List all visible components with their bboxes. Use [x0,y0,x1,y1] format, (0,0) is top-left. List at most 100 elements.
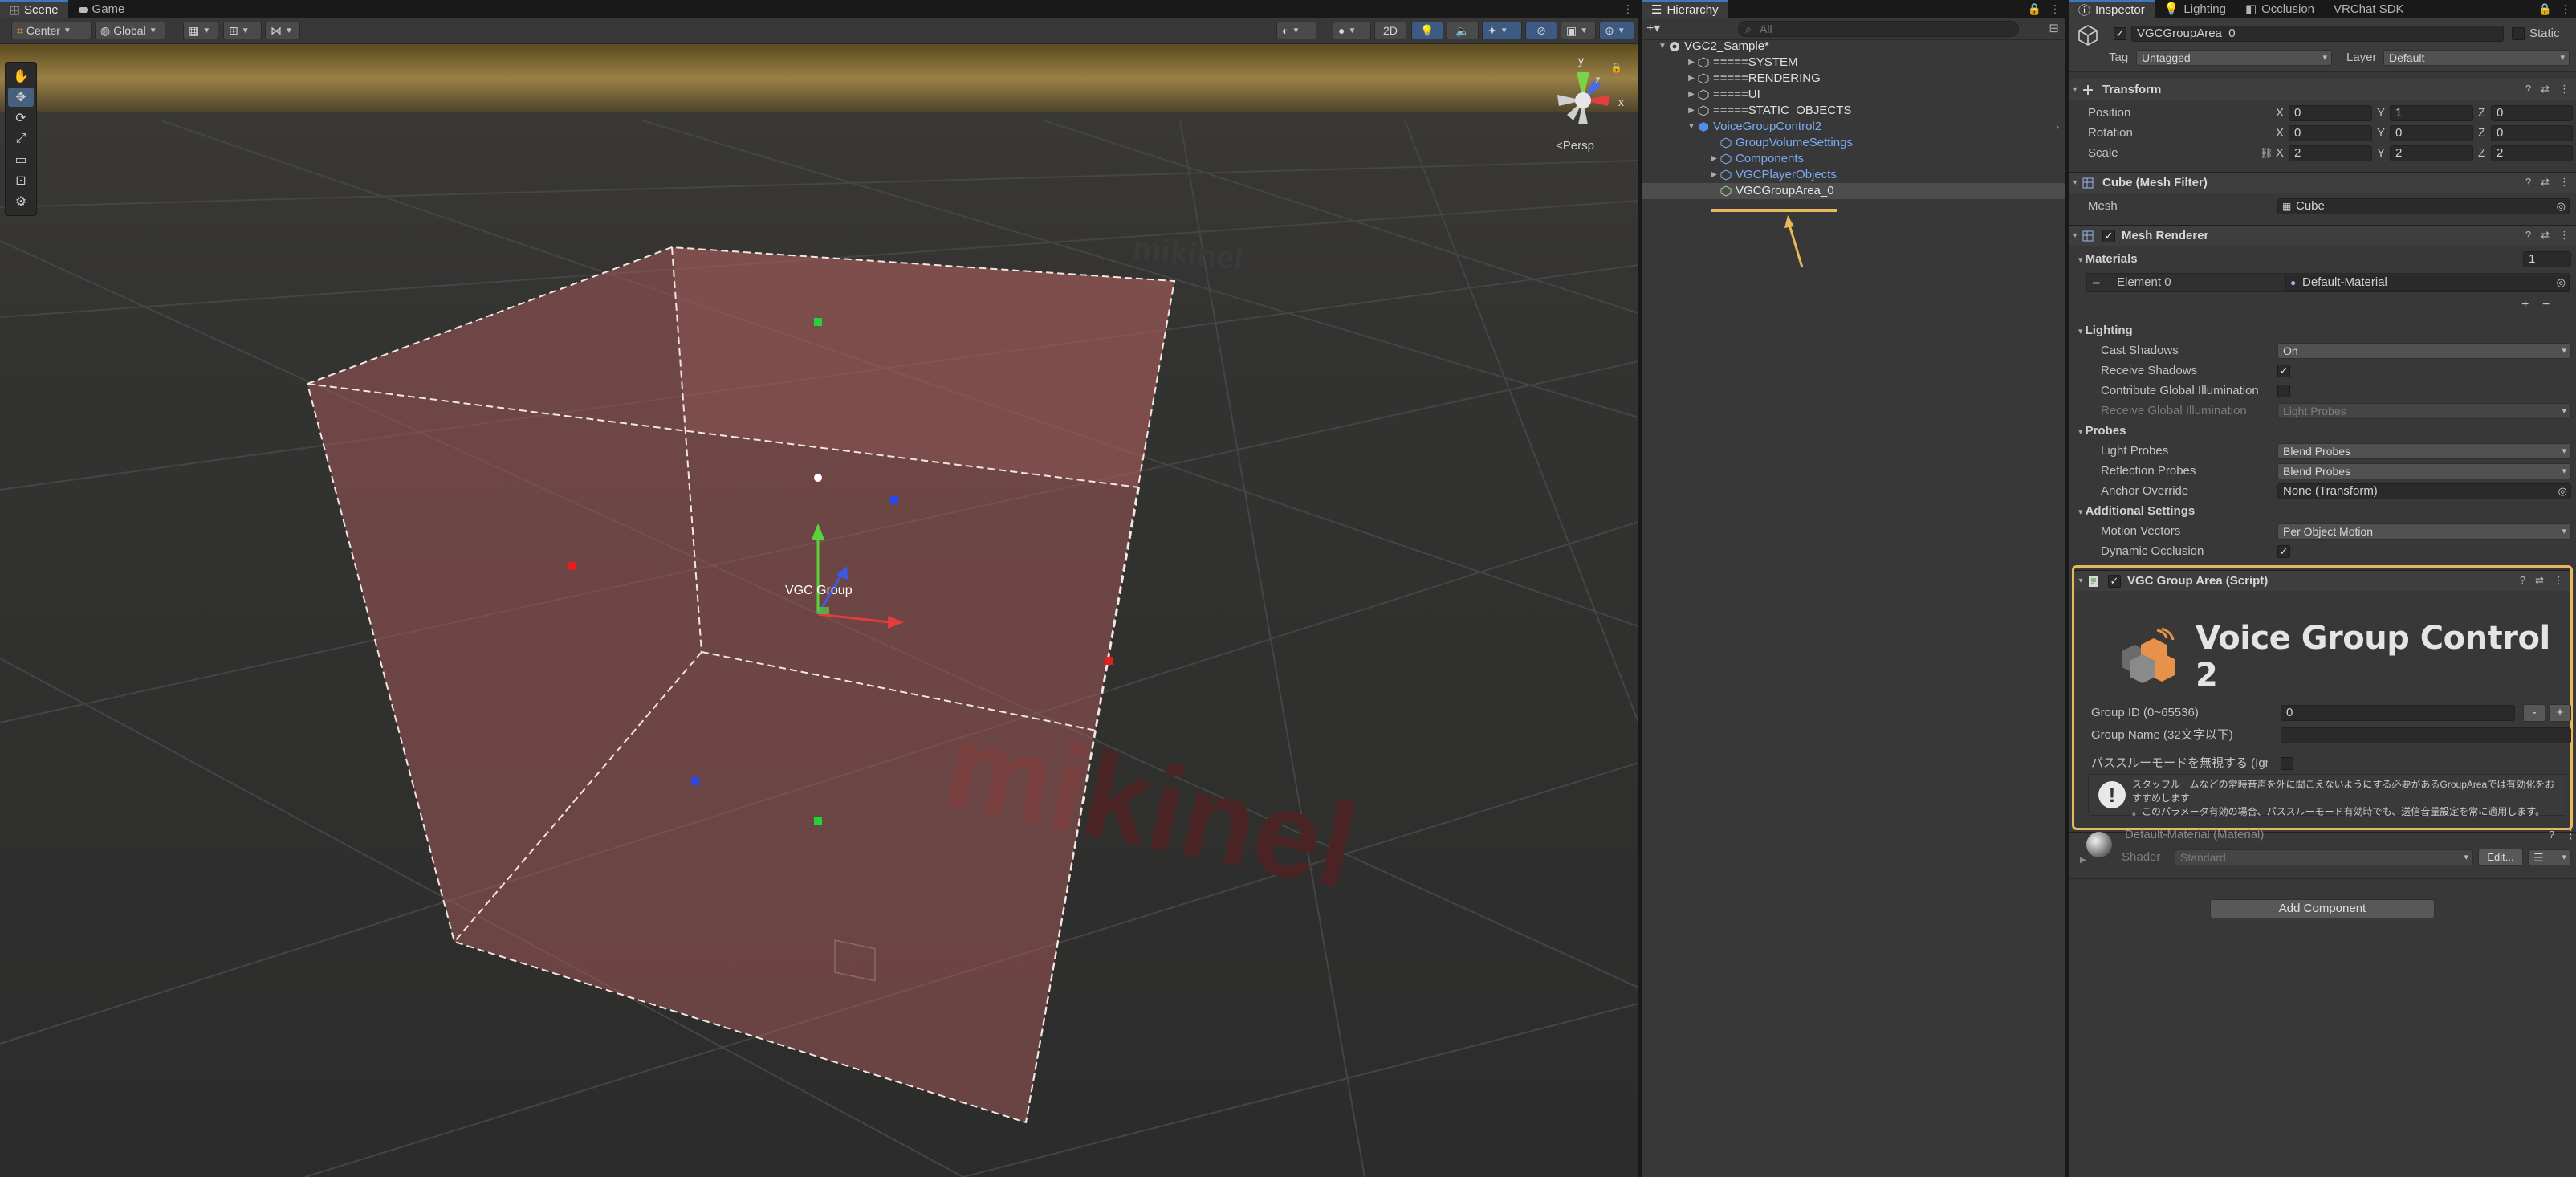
tab-game[interactable]: Game [68,0,135,18]
ignore-passthrough-checkbox[interactable] [2281,757,2293,770]
pivot-mode-dropdown[interactable]: ⌗ Center ▼ [11,22,92,39]
tab-inspector[interactable]: ⓘ Inspector [2069,0,2155,18]
tab-occlusion[interactable]: ◧ Occlusion [2236,0,2324,18]
move-tool-icon[interactable]: ✥ [8,88,34,107]
presets-icon[interactable]: ⇄ [2541,176,2550,189]
toggle-2d-button[interactable]: 2D [1374,22,1406,39]
scene-viewport[interactable]: mikinel mikinel y z x 🔒 ✋ ✥ ⟳ ⤢ ▭ ⊡ ⚙ <P… [0,44,1638,1177]
presets-icon[interactable]: ⇄ [2541,229,2550,242]
lock-icon[interactable]: 🔒 [2538,2,2552,16]
scale-x-field[interactable]: 2 [2289,145,2372,161]
group-id-decrement-button[interactable]: - [2523,704,2545,722]
position-y-field[interactable]: 1 [2390,105,2473,121]
reflection-probes-dropdown[interactable]: Blend Probes [2277,463,2571,479]
projection-toggle[interactable]: <Persp [1556,139,1594,153]
position-label: Position [2088,106,2131,120]
help-icon[interactable]: ? [2549,827,2554,843]
rotation-x-field[interactable]: 0 [2289,125,2372,141]
tab-scene[interactable]: Scene [0,0,68,18]
contribute-gi-checkbox[interactable] [2277,385,2290,397]
scale-tool-icon[interactable]: ⤢ [8,129,34,149]
layer-dropdown[interactable]: Default [2383,50,2570,66]
anchor-override-field[interactable]: None (Transform) ◎ [2277,483,2571,499]
object-picker-icon[interactable]: ◎ [2557,199,2566,214]
scene-tab-menu[interactable]: ⋮ [1622,2,1634,16]
position-z-field[interactable]: 0 [2491,105,2573,121]
kebab-menu-icon[interactable]: ⋮ [2559,176,2570,189]
dynamic-occlusion-checkbox[interactable]: ✓ [2277,545,2290,558]
transform-tool-icon[interactable]: ⊡ [8,171,34,190]
lighting-toggle-button[interactable]: 💡 [1411,22,1443,39]
increment-snap-dropdown[interactable]: ⋈ ▼ [265,22,300,39]
mesh-object-field[interactable]: ▦ Cube ◎ [2277,198,2570,214]
kebab-menu-icon[interactable]: ⋮ [2559,83,2570,96]
help-icon[interactable]: ? [2525,83,2531,96]
kebab-menu-icon[interactable]: ⋮ [1622,2,1634,16]
add-component-button[interactable]: Add Component [2210,899,2435,918]
kebab-menu-icon[interactable]: ⋮ [2565,827,2576,843]
receive-shadows-checkbox[interactable]: ✓ [2277,365,2290,377]
foldout-arrow-icon[interactable]: ▾ [2069,231,2082,240]
group-id-increment-button[interactable]: + [2549,704,2571,722]
help-icon[interactable]: ? [2525,229,2531,242]
rotate-tool-icon[interactable]: ⟳ [8,108,34,128]
tab-lighting[interactable]: 💡 Lighting [2155,0,2236,18]
drag-handle-icon[interactable]: ═ [2093,275,2100,291]
camera-settings-dropdown[interactable]: ▣ ▼ [1561,22,1596,39]
shader-dropdown[interactable]: Standard [2175,849,2473,865]
hidden-objects-toggle[interactable]: ⊘ [1525,22,1557,39]
motion-vectors-dropdown[interactable]: Per Object Motion [2277,523,2571,540]
mesh-filter-header[interactable]: ▾ Cube (Mesh Filter) ? ⇄ ⋮ [2069,172,2576,193]
rotation-y-field[interactable]: 0 [2390,125,2473,141]
group-name-field[interactable] [2281,727,2571,743]
draw-mode-dropdown[interactable]: ◐ ▼ [1276,22,1316,39]
constrain-proportions-icon[interactable]: ⛓ [2260,145,2273,161]
rect-tool-icon[interactable]: ▭ [8,150,34,169]
grid-snapping-dropdown[interactable]: ⊞ ▼ [223,22,262,39]
cast-shadows-dropdown[interactable]: On [2277,343,2571,359]
help-icon[interactable]: ? [2525,176,2531,189]
kebab-menu-icon[interactable]: ⋮ [2560,2,2571,16]
remove-element-icon[interactable]: − [2542,297,2550,313]
foldout-arrow-icon[interactable]: ▾ [2069,178,2082,187]
object-picker-icon[interactable]: ◎ [2558,484,2567,499]
scale-z-field[interactable]: 2 [2491,145,2573,161]
mesh-renderer-enabled-checkbox[interactable]: ✓ [2102,229,2115,242]
mesh-renderer-header[interactable]: ▾ ✓ Mesh Renderer ? ⇄ ⋮ [2069,225,2576,246]
lighting-foldout[interactable]: Lighting [2078,323,2133,340]
light-probes-dropdown[interactable]: Blend Probes [2277,443,2571,459]
lock-icon[interactable]: 🔒 [1610,62,1622,73]
scale-y-field[interactable]: 2 [2390,145,2473,161]
rotation-z-field[interactable]: 0 [2491,125,2573,141]
effects-dropdown[interactable]: ✦ ▼ [1482,22,1522,39]
shader-options-dropdown[interactable]: ☰ [2528,849,2571,865]
presets-icon[interactable]: ⇄ [2541,83,2550,96]
group-id-field[interactable]: 0 [2281,705,2515,721]
additional-settings-foldout[interactable]: Additional Settings [2078,503,2196,520]
static-checkbox[interactable] [2512,27,2525,40]
foldout-arrow-icon[interactable]: ▾ [2069,85,2082,94]
render-mode-dropdown[interactable]: ● ▼ [1333,22,1371,39]
edit-shader-button[interactable]: Edit... [2478,849,2523,866]
gizmos-dropdown[interactable]: ⊕ ▼ [1599,22,1634,39]
transform-header[interactable]: ▾ Transform ? ⇄ ⋮ [2069,79,2576,100]
object-picker-icon[interactable]: ◎ [2557,275,2566,290]
materials-foldout[interactable]: Materials [2078,251,2138,268]
add-element-icon[interactable]: + [2521,297,2529,313]
kebab-menu-icon[interactable]: ⋮ [2559,229,2570,242]
object-name-field[interactable]: VGCGroupArea_0 [2131,26,2504,42]
scene-render[interactable]: mikinel mikinel y z x 🔒 [0,44,1638,1177]
grid-visibility-dropdown[interactable]: ▦ ▼ [183,22,218,39]
hand-tool-icon[interactable]: ✋ [8,67,34,86]
tag-dropdown[interactable]: Untagged [2136,50,2332,66]
probes-foldout[interactable]: Probes [2078,423,2126,440]
element0-material-field[interactable]: ● Default-Material ◎ [2285,275,2570,291]
audio-toggle-button[interactable]: 🔈 [1447,22,1479,39]
materials-count-field[interactable]: 1 [2523,251,2571,267]
foldout-arrow-icon[interactable]: ▶ [2080,853,2086,869]
pivot-rotation-dropdown[interactable]: ◍ Global ▼ [95,22,165,39]
tab-vrchat-sdk[interactable]: VRChat SDK [2324,0,2414,18]
object-active-checkbox[interactable]: ✓ [2114,27,2126,40]
custom-tool-icon[interactable]: ⚙ [8,192,34,211]
position-x-field[interactable]: 0 [2289,105,2372,121]
